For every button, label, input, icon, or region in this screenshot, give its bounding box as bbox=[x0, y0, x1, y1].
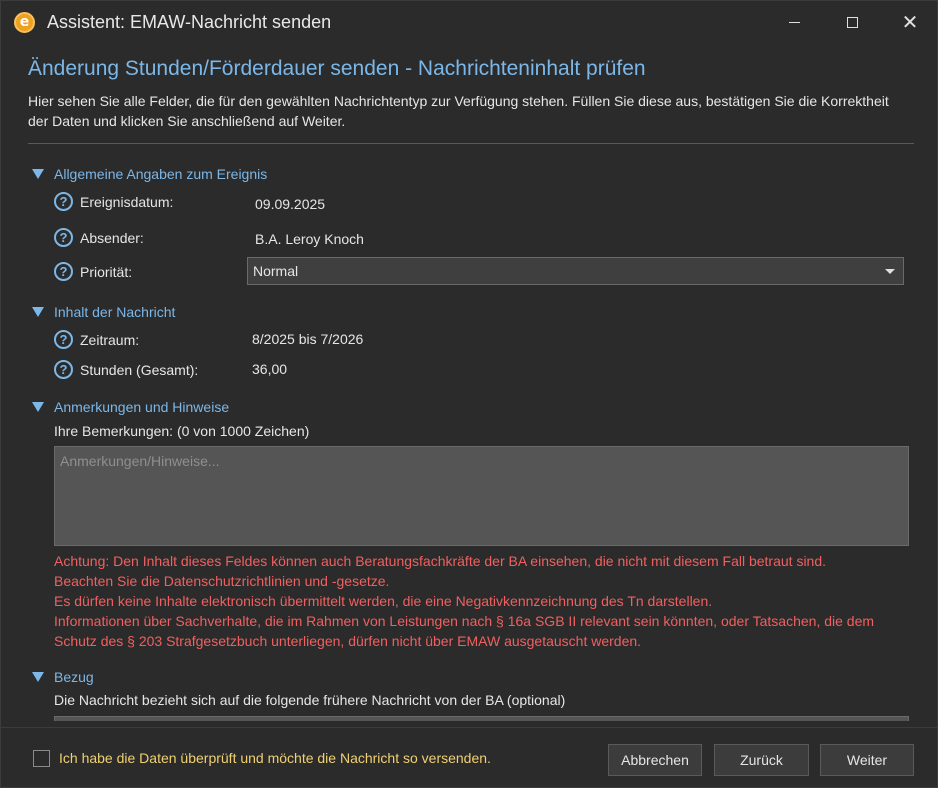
cancel-button[interactable]: Abbrechen bbox=[608, 744, 702, 776]
close-icon: ✕ bbox=[901, 10, 919, 34]
next-button[interactable]: Weiter bbox=[820, 744, 914, 776]
minimize-icon bbox=[788, 21, 800, 23]
field-sender: ? Absender: bbox=[54, 228, 144, 247]
remarks-textarea[interactable] bbox=[54, 446, 909, 546]
maximize-button[interactable] bbox=[823, 1, 881, 43]
back-button[interactable]: Zurück bbox=[714, 744, 809, 776]
field-priority: ? Priorität: bbox=[54, 262, 132, 281]
section-reference-header[interactable]: Bezug bbox=[32, 669, 94, 685]
warning-line: Es dürfen keine Inhalte elektronisch übe… bbox=[54, 593, 713, 609]
page-heading: Änderung Stunden/Förderdauer senden - Na… bbox=[28, 57, 646, 80]
intro-text: Hier sehen Sie alle Felder, die für den … bbox=[28, 93, 889, 129]
section-reference-label: Bezug bbox=[54, 669, 94, 685]
form-content[interactable]: Allgemeine Angaben zum Ereignis ? Ereign… bbox=[1, 144, 937, 721]
event-date-label: Ereignisdatum: bbox=[80, 193, 174, 210]
expand-triangle-icon bbox=[32, 307, 44, 317]
period-value: 8/2025 bis 7/2026 bbox=[252, 331, 364, 347]
remarks-field-label: Ihre Bemerkungen: (0 von 1000 Zeichen) bbox=[54, 423, 310, 439]
help-icon[interactable]: ? bbox=[54, 360, 73, 379]
reference-description: Die Nachricht bezieht sich auf die folge… bbox=[54, 692, 566, 708]
section-remarks-header[interactable]: Anmerkungen und Hinweise bbox=[32, 399, 229, 415]
expand-triangle-icon bbox=[32, 169, 44, 179]
window-title: Assistent: EMAW-Nachricht senden bbox=[47, 12, 332, 32]
help-icon[interactable]: ? bbox=[54, 192, 73, 211]
dialog-footer: Ich habe die Daten überprüft und möchte … bbox=[1, 727, 937, 787]
confirm-checkbox[interactable] bbox=[33, 750, 50, 767]
field-event-date: ? Ereignisdatum: bbox=[54, 192, 173, 211]
section-general-label: Allgemeine Angaben zum Ereignis bbox=[54, 166, 268, 182]
section-general-header[interactable]: Allgemeine Angaben zum Ereignis bbox=[32, 166, 267, 182]
close-button[interactable]: ✕ bbox=[881, 1, 938, 43]
app-logo-letter: e bbox=[19, 13, 30, 30]
field-period: ? Zeitraum: bbox=[54, 330, 139, 349]
help-icon[interactable]: ? bbox=[54, 330, 73, 349]
dropdown-arrow-icon bbox=[885, 269, 895, 274]
title-bar: e Assistent: EMAW-Nachricht senden ✕ bbox=[1, 1, 937, 43]
sender-label: Absender: bbox=[80, 229, 144, 246]
hours-label: Stunden (Gesamt): bbox=[80, 361, 199, 378]
priority-select[interactable]: Normal bbox=[247, 257, 904, 285]
priority-selected-value: Normal bbox=[253, 263, 299, 279]
field-hours: ? Stunden (Gesamt): bbox=[54, 360, 198, 379]
event-date-value: 09.09.2025 bbox=[255, 196, 326, 212]
expand-triangle-icon bbox=[32, 672, 44, 682]
reference-select[interactable] bbox=[54, 716, 909, 721]
warning-line: Beachten Sie die Datenschutzrichtlinien … bbox=[54, 573, 390, 589]
app-logo-icon: e bbox=[14, 12, 35, 33]
period-label: Zeitraum: bbox=[80, 331, 140, 348]
help-icon[interactable]: ? bbox=[54, 262, 73, 281]
section-content-label: Inhalt der Nachricht bbox=[54, 304, 176, 320]
minimize-button[interactable] bbox=[765, 1, 823, 43]
expand-triangle-icon bbox=[32, 402, 44, 412]
priority-label: Priorität: bbox=[80, 263, 133, 280]
hours-value: 36,00 bbox=[252, 361, 288, 377]
warning-line: Achtung: Den Inhalt dieses Feldes können… bbox=[54, 553, 827, 569]
help-icon[interactable]: ? bbox=[54, 228, 73, 247]
section-content-header[interactable]: Inhalt der Nachricht bbox=[32, 304, 175, 320]
sender-value: B.A. Leroy Knoch bbox=[255, 231, 364, 247]
confirm-checkbox-label[interactable]: Ich habe die Daten überprüft und möchte … bbox=[59, 750, 491, 766]
dialog-window: e Assistent: EMAW-Nachricht senden ✕ Änd… bbox=[0, 0, 938, 788]
privacy-warning: Achtung: Den Inhalt dieses Feldes können… bbox=[54, 551, 914, 651]
section-remarks-label: Anmerkungen und Hinweise bbox=[54, 399, 230, 415]
maximize-icon bbox=[846, 16, 858, 28]
warning-line: Informationen über Sachverhalte, die im … bbox=[54, 613, 875, 649]
